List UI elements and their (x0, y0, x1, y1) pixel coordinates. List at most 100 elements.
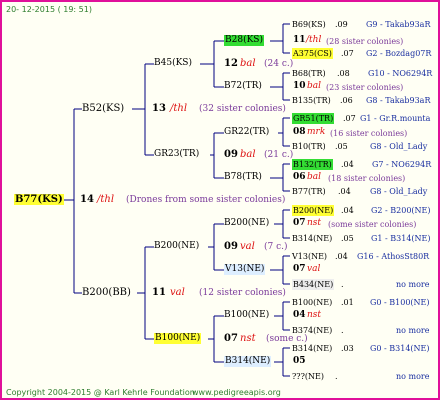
gen3-mating: nst (307, 310, 322, 320)
gen3-queen: B28(KS) (224, 35, 264, 46)
gen3-queen: GR22(TR) (224, 127, 270, 137)
gen3-year: 08 (293, 127, 306, 137)
gen3-note: (28 sister colonies) (326, 37, 404, 46)
gen3-queen: B200(NE) (224, 218, 270, 228)
gen4-ref: no more (396, 326, 430, 335)
gen3-year: 07 (293, 218, 306, 228)
gen4-year: .07 (341, 49, 354, 58)
gen1-queen: B52(KS) (82, 103, 125, 114)
gen4-queen: GR51(TR) (292, 113, 335, 124)
gen3-note: (16 sister colonies) (330, 129, 408, 138)
gen4-ref: G7 - NO6294R (372, 160, 432, 169)
gen4-queen: B314(NE) (292, 344, 333, 353)
gen3-mating: bal (307, 81, 322, 91)
root-mating: /thl (97, 194, 115, 205)
gen1-year: 11 (152, 287, 166, 298)
gen4-year: .01 (341, 298, 354, 307)
gen4-ref: G0 - B100(NE) (370, 298, 430, 307)
gen1-mating: /thl (170, 103, 188, 114)
gen1-note: (12 sister colonies) (199, 288, 286, 298)
gen4-ref: G2 - Bozdag07R (366, 49, 432, 58)
gen4-year: .05 (341, 234, 354, 243)
gen4-queen: B434(NE) (292, 279, 335, 290)
gen2-mating: nst (240, 333, 256, 344)
gen4-year: . (335, 372, 338, 381)
gen2-note: (24 c.) (264, 59, 294, 69)
gen4-queen: B314(NE) (292, 234, 333, 243)
gen4-queen: B100(NE) (292, 298, 333, 307)
gen3-year: 05 (293, 356, 306, 366)
gen3-year: 04 (293, 310, 306, 320)
gen4-year: .04 (335, 252, 348, 261)
root-queen: B77(KS) (14, 194, 64, 205)
gen4-queen: V13(NE) (292, 252, 328, 261)
gen1-mating: val (170, 287, 185, 298)
gen4-queen: B200(NE) (292, 205, 335, 216)
gen3-note: (18 sister colonies) (328, 174, 406, 183)
date-stamp: 20- 12-2015 ( 19: 51) (6, 5, 92, 14)
gen4-ref: G16 - AthosSt80R (357, 252, 430, 261)
gen4-year: .04 (338, 187, 351, 196)
gen4-ref: G0 - B314(NE) (370, 344, 430, 353)
gen4-year: . (341, 326, 344, 335)
gen4-year: .03 (341, 344, 354, 353)
gen4-year: . (341, 280, 344, 289)
gen4-queen: B77(TR) (292, 187, 326, 196)
gen2-year: 09 (224, 241, 238, 252)
gen4-queen: B132(TR) (292, 159, 333, 170)
gen2-queen: GR23(TR) (154, 149, 200, 159)
gen2-note: (7 c.) (264, 242, 288, 252)
gen2-queen: B200(NE) (154, 241, 200, 251)
gen2-note: (21 c.) (264, 150, 294, 160)
gen4-year: .09 (335, 20, 348, 29)
gen2-queen: B45(KS) (154, 58, 192, 68)
gen4-ref: G8 - Takab93aR (366, 96, 431, 105)
gen4-ref: G8 - Old_Lady (370, 142, 428, 151)
gen3-note: (some sister colonies) (328, 220, 417, 229)
gen3-queen: B72(TR) (224, 81, 262, 91)
gen3-mating: nst (307, 218, 322, 228)
gen4-year: .06 (340, 96, 353, 105)
gen4-queen: B10(TR) (292, 142, 326, 151)
pedigree-frame: { "header": {"date": "20- 12-2015 ( 19: … (0, 0, 440, 400)
gen2-mating: val (240, 241, 255, 252)
gen4-ref: no more (396, 372, 430, 381)
gen3-mating: mrk (307, 127, 326, 137)
gen3-mating: /thl (306, 35, 322, 45)
gen1-queen: B200(BB) (82, 287, 131, 298)
gen4-queen: A375(CS) (292, 48, 333, 59)
gen3-year: 11 (293, 35, 306, 45)
gen4-ref: G10 - NO6294R (368, 69, 433, 78)
footer-site-link[interactable]: www.pedigreeapis.org (192, 387, 281, 398)
gen2-year: 12 (224, 58, 238, 69)
gen4-ref: G1 - B314(NE) (371, 234, 431, 243)
gen3-year: 07 (293, 264, 306, 274)
gen4-ref: no more (396, 280, 430, 289)
gen4-year: .05 (335, 142, 348, 151)
root-note: (Drones from some sister colonies) (126, 195, 286, 205)
gen3-queen: B314(NE) (224, 356, 272, 367)
gen4-queen: B69(KS) (292, 20, 326, 29)
gen3-queen: B78(TR) (224, 172, 262, 182)
footer-copyright: Copyright 2004-2015 @ Karl Kehrle Founda… (6, 388, 198, 397)
gen3-queen: B100(NE) (224, 310, 270, 320)
gen4-ref: G1 - Gr.R.mounta (360, 114, 431, 123)
gen4-queen: B135(TR) (292, 96, 331, 105)
gen2-mating: bal (240, 149, 256, 160)
gen3-mating: bal (307, 172, 322, 182)
gen4-ref: G2 - B200(NE) (371, 206, 431, 215)
gen2-mating: bal (240, 58, 256, 69)
gen1-note: (32 sister colonies) (199, 104, 286, 114)
gen4-queen: ???(NE) (292, 372, 324, 381)
gen4-queen: B68(TR) (292, 69, 326, 78)
gen3-year: 06 (293, 172, 306, 182)
gen2-year: 09 (224, 149, 238, 160)
gen4-year: .08 (337, 69, 350, 78)
gen3-year: 10 (293, 81, 306, 91)
gen4-ref: G8 - Old_Lady (370, 187, 428, 196)
gen3-queen: V13(NE) (224, 264, 266, 275)
root-year: 14 (80, 194, 94, 205)
gen3-mating: val (307, 264, 321, 274)
gen4-queen: B374(NE) (292, 326, 333, 335)
gen4-year: .07 (343, 114, 356, 123)
